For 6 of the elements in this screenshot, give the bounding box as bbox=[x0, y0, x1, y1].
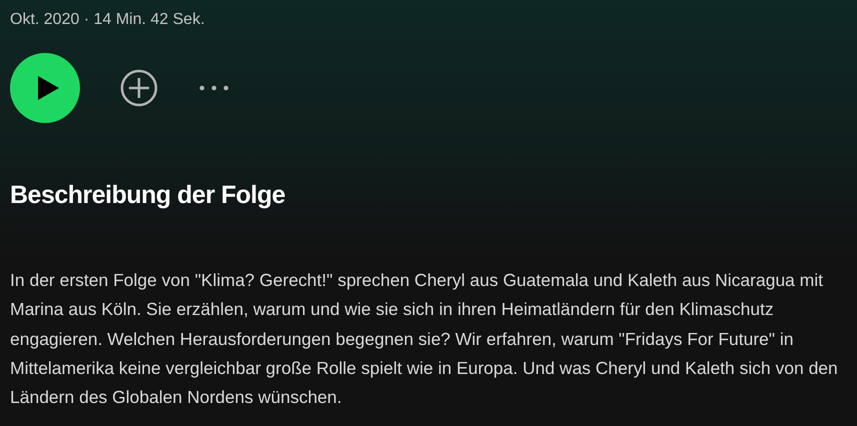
more-options-button[interactable] bbox=[198, 84, 230, 92]
section-heading: Beschreibung der Folge bbox=[10, 180, 286, 211]
add-button[interactable] bbox=[120, 69, 158, 107]
episode-description: In der ersten Folge von "Klima? Gerecht!" sprechen Cheryl aus Guatemala und Kaleth aus Nicaragua mit Marina aus Köln. Sie erzählen, warum und wie sie sich in ihren Heimatländern für den Klimaschutz engagieren. Welchen Herausforderungen begegnen sie? Wir erfahren, warum "Fridays For Future" in Mittelamerika keine vergleichbar große Rolle spielt wie in Europa. Und was Cheryl und Kaleth sich von den Ländern des Globalen Nordens wünschen. bbox=[10, 269, 839, 410]
play-icon bbox=[36, 75, 60, 101]
episode-meta: Okt. 2020 · 14 Min. 42 Sek. bbox=[10, 10, 206, 30]
